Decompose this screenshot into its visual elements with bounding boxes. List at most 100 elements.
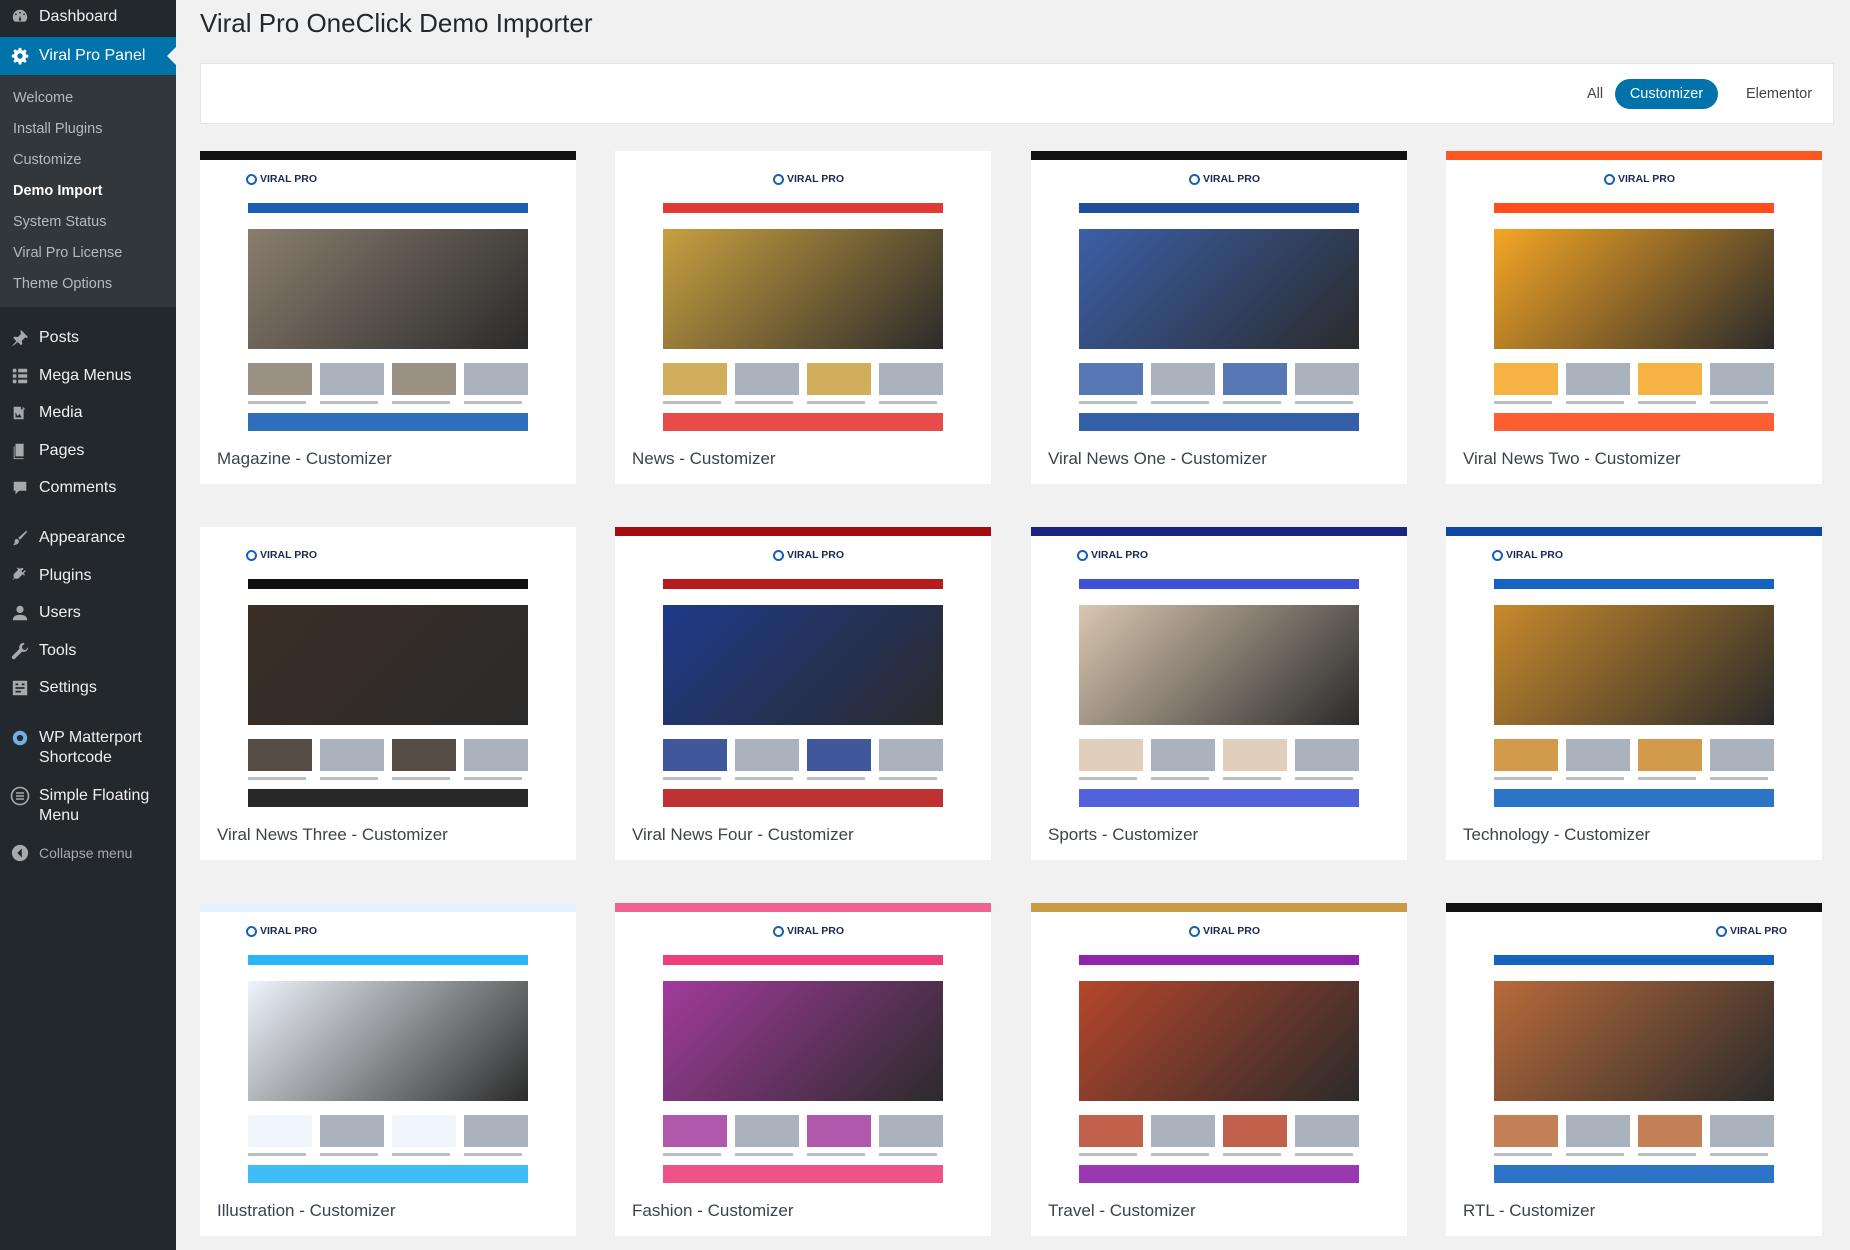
thumb-banner — [248, 789, 528, 807]
thumb-logo: VIRAL PRO — [1716, 925, 1787, 937]
demo-thumbnail[interactable]: VIRAL PRO — [1031, 527, 1407, 807]
sidebar-item-pages[interactable]: Pages — [0, 441, 176, 461]
demo-card[interactable]: VIRAL PRO RTL - Customizer — [1446, 903, 1822, 1236]
demo-thumbnail[interactable]: VIRAL PRO — [1446, 527, 1822, 807]
thumb-post — [1494, 363, 1558, 395]
sidebar-item-wp-matterport-shortcode[interactable]: WP Matterport Shortcode — [0, 728, 176, 768]
thumb-text-line — [320, 1153, 378, 1156]
thumb-post — [879, 1115, 943, 1147]
sidebar-item-appearance[interactable]: Appearance — [0, 528, 176, 548]
thumb-post — [1638, 1115, 1702, 1147]
filter-elementor[interactable]: Elementor — [1729, 79, 1829, 109]
thumb-post — [1079, 1115, 1143, 1147]
sidebar-item-settings[interactable]: Settings — [0, 678, 176, 698]
thumb-text-line — [1494, 401, 1552, 404]
demo-thumbnail[interactable]: VIRAL PRO — [1031, 151, 1407, 431]
sidebar-item-label-line2: Shortcode — [39, 749, 112, 766]
submenu-item-install-plugins[interactable]: Install Plugins — [13, 120, 102, 138]
thumb-text-line — [879, 1153, 937, 1156]
thumb-post — [320, 363, 384, 395]
thumb-text-line — [663, 1153, 721, 1156]
thumb-text-line — [1151, 401, 1209, 404]
thumb-hero — [663, 981, 943, 1101]
thumb-logo: VIRAL PRO — [773, 549, 844, 561]
thumb-text-line — [1079, 1153, 1137, 1156]
sidebar-item-plugins[interactable]: Plugins — [0, 566, 176, 586]
thumb-post — [464, 1115, 528, 1147]
collapse-menu-button[interactable]: Collapse menu — [0, 843, 176, 863]
thumb-post — [735, 363, 799, 395]
thumb-text-line — [1638, 401, 1696, 404]
demo-thumbnail[interactable]: VIRAL PRO — [200, 903, 576, 1183]
demo-title: Travel - Customizer — [1048, 1201, 1196, 1220]
thumb-logo: VIRAL PRO — [1492, 549, 1563, 561]
thumb-text-line — [663, 777, 721, 780]
demo-thumbnail[interactable]: VIRAL PRO — [200, 527, 576, 807]
sidebar-item-tools[interactable]: Tools — [0, 641, 176, 661]
sidebar-item-label: Plugins — [39, 567, 92, 584]
demo-title: Viral News One - Customizer — [1048, 449, 1267, 468]
thumb-post — [1494, 739, 1558, 771]
filter-customizer[interactable]: Customizer — [1615, 79, 1718, 109]
demo-thumbnail[interactable]: VIRAL PRO — [1031, 903, 1407, 1183]
sidebar-item-label: Appearance — [39, 529, 126, 546]
demo-card[interactable]: VIRAL PRO Technology - Customizer — [1446, 527, 1822, 860]
thumb-text-line — [1223, 777, 1281, 780]
thumb-banner — [1494, 789, 1774, 807]
thumb-post — [1151, 739, 1215, 771]
demo-card[interactable]: VIRAL PRO News - Customizer — [615, 151, 991, 484]
thumb-post — [1566, 1115, 1630, 1147]
thumb-nav — [663, 579, 943, 589]
sidebar-item-mega-menus[interactable]: Mega Menus — [0, 366, 176, 386]
demo-thumbnail[interactable]: VIRAL PRO — [1446, 903, 1822, 1183]
submenu-item-system-status[interactable]: System Status — [13, 213, 106, 231]
demo-thumbnail[interactable]: VIRAL PRO — [615, 903, 991, 1183]
submenu-item-welcome[interactable]: Welcome — [13, 89, 73, 107]
logo-text: VIRAL PRO — [1091, 549, 1148, 561]
logo-icon — [773, 549, 784, 561]
thumb-post — [392, 363, 456, 395]
sidebar-item-users[interactable]: Users — [0, 603, 176, 623]
sidebar-item-posts[interactable]: Posts — [0, 328, 176, 348]
demo-thumbnail[interactable]: VIRAL PRO — [200, 151, 576, 431]
thumb-banner — [1494, 1165, 1774, 1183]
demo-card[interactable]: VIRAL PRO Illustration - Customizer — [200, 903, 576, 1236]
filter-all[interactable]: All — [1571, 79, 1619, 109]
submenu-item-viral-pro-license[interactable]: Viral Pro License — [13, 244, 122, 262]
thumb-post — [663, 739, 727, 771]
demo-card[interactable]: VIRAL PRO Sports - Customizer — [1031, 527, 1407, 860]
page-title: Viral Pro OneClick Demo Importer — [200, 8, 593, 38]
demo-card[interactable]: VIRAL PRO Viral News Three - Customizer — [200, 527, 576, 860]
thumb-text-line — [735, 1153, 793, 1156]
demo-thumbnail[interactable]: VIRAL PRO — [615, 151, 991, 431]
thumb-post — [392, 1115, 456, 1147]
logo-text: VIRAL PRO — [787, 925, 844, 937]
thumb-topbar — [200, 903, 576, 912]
demo-card[interactable]: VIRAL PRO Magazine - Customizer — [200, 151, 576, 484]
collapse-icon — [10, 843, 30, 863]
sidebar-item-simple-floating-menu[interactable]: Simple Floating Menu — [0, 786, 176, 826]
demo-title: Viral News Two - Customizer — [1463, 449, 1681, 468]
demo-card[interactable]: VIRAL PRO Travel - Customizer — [1031, 903, 1407, 1236]
demo-card[interactable]: VIRAL PRO Fashion - Customizer — [615, 903, 991, 1236]
demo-card[interactable]: VIRAL PRO Viral News Four - Customizer — [615, 527, 991, 860]
thumb-post — [1566, 739, 1630, 771]
thumb-logo: VIRAL PRO — [1189, 925, 1260, 937]
sidebar-item-media[interactable]: Media — [0, 403, 176, 423]
sidebar-item-comments[interactable]: Comments — [0, 478, 176, 498]
demo-card[interactable]: VIRAL PRO Viral News Two - Customizer — [1446, 151, 1822, 484]
submenu-item-customize[interactable]: Customize — [13, 151, 82, 169]
sidebar-item-dashboard[interactable]: Dashboard — [0, 7, 176, 27]
submenu-item-demo-import[interactable]: Demo Import — [13, 182, 102, 200]
thumb-text-line — [807, 777, 865, 780]
demo-thumbnail[interactable]: VIRAL PRO — [1446, 151, 1822, 431]
demo-thumbnail[interactable]: VIRAL PRO — [615, 527, 991, 807]
sidebar-item-label: Settings — [39, 679, 97, 696]
thumb-banner — [663, 1165, 943, 1183]
submenu-item-theme-options[interactable]: Theme Options — [13, 275, 112, 293]
sidebar-item-viral-pro-panel[interactable]: Viral Pro Panel — [0, 37, 176, 75]
demo-card[interactable]: VIRAL PRO Viral News One - Customizer — [1031, 151, 1407, 484]
thumb-post — [735, 739, 799, 771]
thumb-topbar — [1446, 151, 1822, 160]
thumb-nav — [1079, 203, 1359, 213]
